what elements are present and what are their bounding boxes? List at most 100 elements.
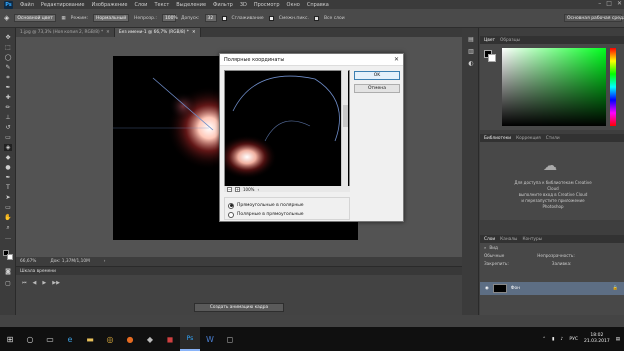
pattern-swatch[interactable]: ▦ — [61, 16, 65, 21]
task-view-icon[interactable]: ▭ — [40, 327, 60, 351]
menu-layers[interactable]: Слои — [134, 2, 147, 8]
tab-styles[interactable]: Стили — [546, 136, 560, 141]
all-layers-checkbox[interactable] — [313, 15, 319, 21]
tab-channels[interactable]: Каналы — [500, 237, 517, 242]
network-icon[interactable]: ▮ — [552, 337, 554, 342]
menu-3d[interactable]: 3D — [240, 2, 247, 8]
background-color-swatch[interactable] — [7, 254, 13, 260]
option-polar-to-rect[interactable]: Полярные в прямоугольные — [228, 210, 346, 219]
preview-vertical-scrollbar[interactable] — [341, 70, 348, 188]
search-icon[interactable]: ○ — [20, 327, 40, 351]
tab-swatches[interactable]: Образцы — [500, 38, 520, 43]
start-icon[interactable]: ⊞ — [0, 327, 20, 351]
filter-preview[interactable] — [224, 70, 350, 189]
fill-source-select[interactable]: Основной цвет — [14, 14, 57, 22]
minimize-icon[interactable]: – — [598, 0, 601, 7]
quick-mask-icon[interactable]: ◙ — [4, 268, 12, 275]
language-indicator[interactable]: РУС — [569, 337, 578, 342]
create-frame-animation-button[interactable]: Создать анимацию кадра — [194, 303, 284, 312]
photoshop-taskbar-icon[interactable]: Ps — [180, 327, 200, 351]
crop-tool-icon[interactable]: ⌗ — [4, 74, 12, 81]
more-tools-icon[interactable]: … — [4, 234, 12, 241]
workspace-select[interactable]: Основная рабочая среда — [564, 14, 624, 22]
layer-row[interactable]: ◉ Фон 🔒 — [480, 282, 624, 295]
tab-color[interactable]: Цвет — [484, 38, 495, 43]
path-select-tool-icon[interactable]: ➤ — [4, 194, 12, 201]
move-tool-icon[interactable]: ✥ — [4, 34, 12, 41]
close-icon[interactable]: ✕ — [617, 0, 622, 7]
radio-unselected[interactable] — [228, 211, 234, 218]
shape-tool-icon[interactable]: ▭ — [4, 204, 12, 211]
explorer-icon[interactable]: ▬ — [80, 327, 100, 351]
ok-button[interactable]: OK — [354, 71, 400, 80]
close-icon[interactable]: ✕ — [192, 30, 196, 35]
radio-selected[interactable] — [228, 202, 234, 209]
scrollbar-thumb[interactable] — [343, 105, 348, 127]
app-icon-3[interactable]: ◻ — [220, 327, 240, 351]
option-rect-to-polar[interactable]: Прямоугольные в полярные — [228, 201, 346, 210]
app-icon-2[interactable]: ◼ — [160, 327, 180, 351]
healing-tool-icon[interactable]: ✚ — [4, 94, 12, 101]
menu-text[interactable]: Текст — [154, 2, 169, 8]
pen-tool-icon[interactable]: ✒ — [4, 174, 12, 181]
history-brush-icon[interactable]: ↺ — [4, 124, 12, 131]
firefox-icon[interactable]: ● — [120, 327, 140, 351]
background-swatch[interactable] — [488, 54, 496, 62]
clock[interactable]: 18:02 21.03.2017 — [584, 333, 610, 345]
paint-bucket-tool-icon[interactable]: ◈ — [4, 144, 12, 151]
menu-view[interactable]: Просмотр — [254, 2, 280, 8]
zoom-out-button[interactable]: − — [227, 186, 232, 192]
app-icon[interactable]: ◆ — [140, 327, 160, 351]
play-icon[interactable]: ▶ — [42, 280, 46, 286]
eraser-tool-icon[interactable]: ▭ — [4, 134, 12, 141]
menu-window[interactable]: Окно — [287, 2, 300, 8]
tolerance-input[interactable]: 32 — [204, 14, 217, 22]
tab-paths[interactable]: Контуры — [522, 237, 542, 242]
close-icon[interactable]: ✕ — [106, 30, 110, 35]
screen-mode-icon[interactable]: ▢ — [4, 280, 12, 287]
menu-help[interactable]: Справка — [307, 2, 329, 8]
scroll-left-icon[interactable]: ‹ — [257, 187, 259, 192]
lasso-tool-icon[interactable]: ◯ — [4, 54, 12, 61]
marquee-tool-icon[interactable]: ⬚ — [4, 44, 12, 51]
menu-image[interactable]: Изображение — [91, 2, 127, 8]
notifications-icon[interactable]: ▤ — [616, 337, 620, 342]
chrome-icon[interactable]: ◎ — [100, 327, 120, 351]
tab-adjustments[interactable]: Коррекция — [516, 136, 541, 141]
adjustments-panel-icon[interactable]: ◐ — [467, 60, 475, 67]
blend-mode-select[interactable]: Обычные — [484, 253, 504, 258]
brush-tool-icon[interactable]: ✏ — [4, 104, 12, 111]
mode-select[interactable]: Нормальный — [93, 14, 130, 22]
close-icon[interactable]: ✕ — [394, 56, 399, 63]
visibility-eye-icon[interactable]: ◉ — [485, 286, 489, 291]
properties-panel-icon[interactable]: ▥ — [467, 48, 475, 55]
history-panel-icon[interactable]: ▤ — [467, 36, 475, 43]
antialias-checkbox[interactable] — [221, 15, 227, 21]
tab-document-2[interactable]: Без имени-1 @ 66,7% (RGB/8) * ✕ — [114, 28, 201, 37]
menu-edit[interactable]: Редактирование — [41, 2, 85, 8]
stamp-tool-icon[interactable]: ⊥ — [4, 114, 12, 121]
paint-bucket-icon[interactable]: ◈ — [4, 14, 9, 22]
quick-select-tool-icon[interactable]: ✎ — [4, 64, 12, 71]
tray-up-icon[interactable]: ⌃ — [542, 337, 546, 342]
dodge-tool-icon[interactable]: ● — [4, 164, 12, 171]
menu-file[interactable]: Файл — [20, 2, 34, 8]
layer-name[interactable]: Фон — [511, 286, 520, 291]
zoom-level[interactable]: 66,67% — [20, 259, 36, 264]
edge-icon[interactable]: e — [60, 327, 80, 351]
menu-select[interactable]: Выделение — [176, 2, 206, 8]
next-frame-icon[interactable]: ▶▶ — [52, 280, 60, 286]
zoom-tool-icon[interactable]: ⌕ — [4, 224, 12, 231]
menu-filter[interactable]: Фильтр — [213, 2, 233, 8]
hand-tool-icon[interactable]: ✋ — [4, 214, 12, 221]
cancel-button[interactable]: Отмена — [354, 84, 400, 93]
first-frame-icon[interactable]: ⏮ — [22, 280, 27, 286]
contiguous-checkbox[interactable] — [268, 15, 274, 21]
eyedropper-tool-icon[interactable]: ✒ — [4, 84, 12, 91]
volume-icon[interactable]: ♪ — [560, 337, 563, 342]
tab-libraries[interactable]: Библиотеки — [484, 136, 511, 141]
hue-slider[interactable] — [610, 48, 616, 126]
blur-tool-icon[interactable]: ◆ — [4, 154, 12, 161]
tab-layers[interactable]: Слои — [484, 237, 495, 242]
chevron-right-icon[interactable]: › — [104, 259, 106, 264]
